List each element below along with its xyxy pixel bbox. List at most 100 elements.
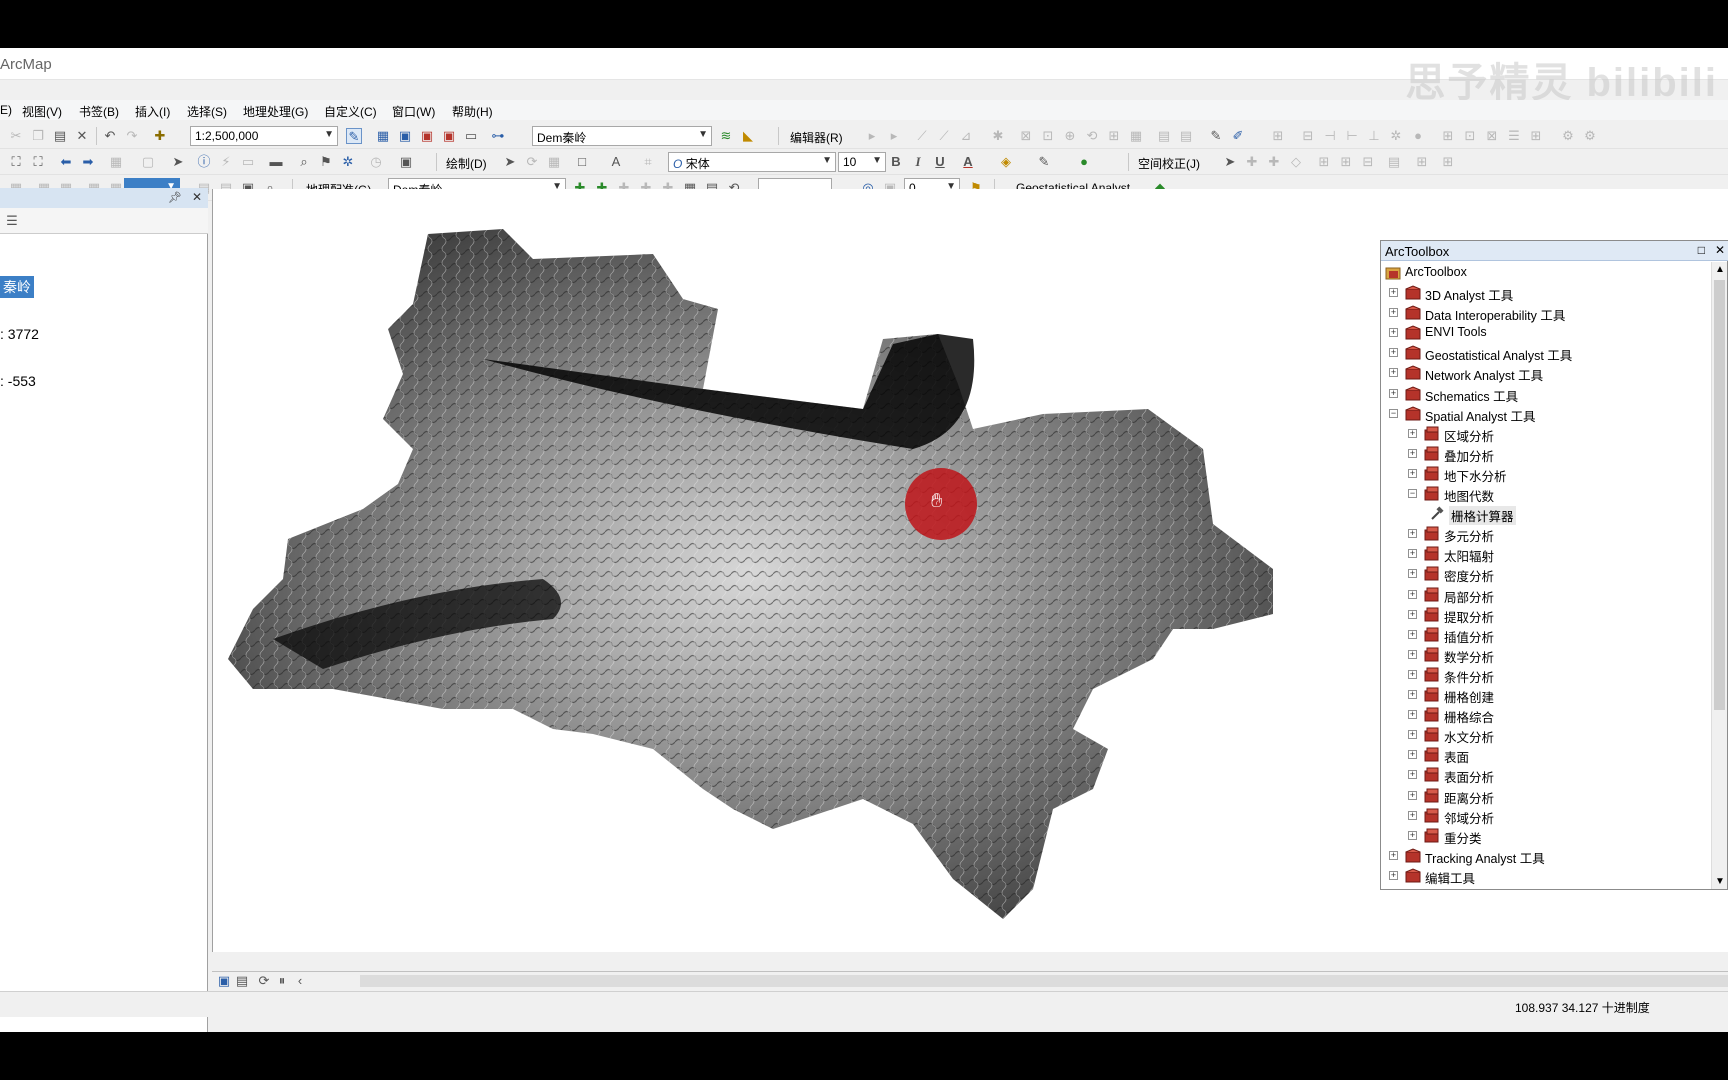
rotate-icon[interactable]: ⟲ xyxy=(1084,128,1100,144)
draw-select-icon[interactable]: ➤ xyxy=(502,154,518,170)
bold-button[interactable]: B xyxy=(888,154,904,170)
adjust-link-icon-1[interactable]: ✚ xyxy=(1244,154,1260,170)
spatial-adjustment-menu[interactable]: 空间校正(J) xyxy=(1138,155,1200,172)
tool-icon-d[interactable]: ☰ xyxy=(1506,128,1522,144)
tool-icon-f[interactable]: ⚙ xyxy=(1560,128,1576,144)
menu-windows[interactable]: 窗口(W) xyxy=(392,103,435,120)
expand-icon[interactable]: + xyxy=(1389,850,1398,860)
expand-icon[interactable]: + xyxy=(1408,649,1417,659)
expand-icon[interactable]: + xyxy=(1408,609,1417,619)
adjust-attr-icon[interactable]: ⊞ xyxy=(1414,154,1430,170)
maximize-icon[interactable]: □ xyxy=(1698,243,1705,257)
contour-icon[interactable]: ≋ xyxy=(718,128,734,144)
model-builder-icon[interactable]: ⊶ xyxy=(490,128,506,144)
menu-edit[interactable]: E) xyxy=(0,103,12,117)
adjust-link-icon-2[interactable]: ✚ xyxy=(1266,154,1282,170)
edit-tool-icon[interactable]: ▸ xyxy=(864,128,880,144)
arctoolbox-window-icon[interactable]: ▣ xyxy=(441,128,457,144)
close-icon[interactable]: ✕ xyxy=(1715,243,1725,257)
add-data-icon[interactable]: ✚ xyxy=(152,128,168,144)
tool-icon-g[interactable]: ⚙ xyxy=(1582,128,1598,144)
identify-icon[interactable]: ⓘ xyxy=(196,154,212,170)
close-icon[interactable]: ✕ xyxy=(192,190,202,204)
expand-icon[interactable]: + xyxy=(1389,328,1398,338)
collapse-icon[interactable]: − xyxy=(1389,408,1398,418)
profile-icon[interactable]: ◣ xyxy=(740,128,756,144)
topology-icon-5[interactable]: ⊥ xyxy=(1366,128,1382,144)
fixed-zoom-icon[interactable]: ⛶ xyxy=(30,154,46,170)
hyperlink-icon[interactable]: ⚡ xyxy=(218,154,234,170)
pencil-icon[interactable]: ✎ xyxy=(1208,128,1224,144)
tool-icon-c[interactable]: ⊠ xyxy=(1484,128,1500,144)
expand-icon[interactable]: + xyxy=(1408,669,1417,679)
reshape-icon[interactable]: ⊠ xyxy=(1018,128,1034,144)
scroll-thumb[interactable] xyxy=(1714,280,1725,710)
globe-icon[interactable]: ● xyxy=(1410,128,1426,144)
back-icon[interactable]: ⬅ xyxy=(58,154,74,170)
expand-icon[interactable]: + xyxy=(1408,589,1417,599)
trace-icon[interactable]: ⟋ xyxy=(936,128,952,144)
expand-icon[interactable]: + xyxy=(1408,750,1417,760)
expand-icon[interactable]: + xyxy=(1408,468,1417,478)
clear-selection-icon[interactable]: ▢ xyxy=(140,154,156,170)
split-icon[interactable]: ✱ xyxy=(990,128,1006,144)
underline-button[interactable]: U xyxy=(932,154,948,170)
topology-icon-1[interactable]: ⊞ xyxy=(1270,128,1286,144)
redo-icon[interactable]: ↷ xyxy=(124,128,140,144)
adjust-link-icon-3[interactable]: ◇ xyxy=(1288,154,1304,170)
edit-vertices-icon[interactable]: ✐ xyxy=(1230,128,1246,144)
data-view-icon[interactable]: ▣ xyxy=(216,973,232,989)
drawing-menu[interactable]: 绘制(D) xyxy=(446,155,487,172)
expand-icon[interactable]: + xyxy=(1408,770,1417,780)
expand-icon[interactable]: + xyxy=(1408,690,1417,699)
topology-icon-4[interactable]: ⊢ xyxy=(1344,128,1360,144)
draw-zoom-icon[interactable]: ▦ xyxy=(546,154,562,170)
edit-annotation-icon[interactable]: ▸ xyxy=(886,128,902,144)
horizontal-scrollbar[interactable] xyxy=(360,975,1728,987)
straight-segment-icon[interactable]: ⟋ xyxy=(914,128,930,144)
tool-icon-e[interactable]: ⊞ xyxy=(1528,128,1544,144)
scroll-left-icon[interactable]: ‹ xyxy=(292,973,308,989)
line-color-icon[interactable]: ✎ xyxy=(1036,154,1052,170)
find-route-icon[interactable]: ⚑ xyxy=(318,154,334,170)
toc-layer-name[interactable]: 秦岭 xyxy=(0,276,34,298)
tool-icon-b[interactable]: ⊡ xyxy=(1462,128,1478,144)
adjust-preview-icon[interactable]: ⊞ xyxy=(1338,154,1354,170)
copy-icon[interactable]: ❐ xyxy=(30,128,46,144)
pause-icon[interactable]: ⏸︎ xyxy=(274,973,290,989)
tool-icon-a[interactable]: ⊞ xyxy=(1440,128,1456,144)
text-icon[interactable]: A xyxy=(608,154,624,170)
menu-help[interactable]: 帮助(H) xyxy=(452,103,493,120)
delete-icon[interactable]: ✕ xyxy=(74,128,90,144)
cut-icon[interactable]: ✂ xyxy=(8,128,24,144)
menu-geoprocessing[interactable]: 地理处理(G) xyxy=(243,103,308,120)
adjust-props-icon[interactable]: ▤ xyxy=(1386,154,1402,170)
full-extent-icon[interactable]: ⛶ xyxy=(8,154,24,170)
font-combo[interactable]: O 宋体 ▼ xyxy=(668,152,836,172)
python-window-icon[interactable]: ▭ xyxy=(463,128,479,144)
toc-window-icon[interactable]: ▦ xyxy=(375,128,391,144)
forward-icon[interactable]: ➡ xyxy=(80,154,96,170)
refresh-icon[interactable]: ⟳ xyxy=(256,973,272,989)
topology-icon-3[interactable]: ⊣ xyxy=(1322,128,1338,144)
vertical-scrollbar[interactable]: ▲ ▼ xyxy=(1711,262,1727,889)
layout-view-icon[interactable]: ▤ xyxy=(234,973,250,989)
split-tool-icon[interactable]: ⊕ xyxy=(1062,128,1078,144)
adjust-select-icon[interactable]: ➤ xyxy=(1222,154,1238,170)
sketch-properties-icon[interactable]: ▤ xyxy=(1156,128,1172,144)
expand-icon[interactable]: + xyxy=(1408,629,1417,639)
expand-icon[interactable]: + xyxy=(1408,428,1417,438)
go-to-xy-icon[interactable]: ✲ xyxy=(340,154,356,170)
catalog-window-icon[interactable]: ▣ xyxy=(397,128,413,144)
menu-customize[interactable]: 自定义(C) xyxy=(324,103,377,120)
time-slider-icon[interactable]: ◷ xyxy=(368,154,384,170)
draw-rotate-icon[interactable]: ⟳ xyxy=(524,154,540,170)
scroll-down-icon[interactable]: ▼ xyxy=(1715,876,1725,887)
map-scale-combo[interactable]: 1:2,500,000 ▼ xyxy=(190,126,338,146)
expand-icon[interactable]: + xyxy=(1408,830,1417,840)
rectangle-icon[interactable]: □ xyxy=(574,154,590,170)
adjust-table-icon[interactable]: ⊞ xyxy=(1316,154,1332,170)
layer-combo[interactable]: Dem秦岭 ▼ xyxy=(532,126,712,146)
pin-icon[interactable]: 📌︎ xyxy=(168,191,182,204)
expand-icon[interactable]: + xyxy=(1389,870,1398,880)
